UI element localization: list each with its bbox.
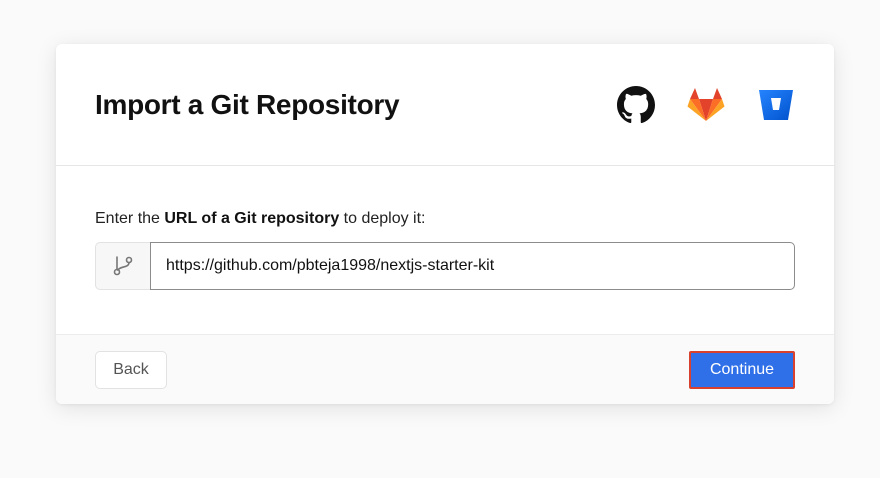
import-git-card: Import a Git Repository Enter the URL of… <box>56 44 834 404</box>
bitbucket-button[interactable] <box>757 86 795 124</box>
back-button[interactable]: Back <box>95 350 167 389</box>
github-button[interactable] <box>617 85 655 124</box>
page-title: Import a Git Repository <box>95 88 400 120</box>
repo-url-field <box>95 242 795 290</box>
git-branch-icon <box>113 256 133 276</box>
prompt-prefix: Enter the <box>95 210 165 227</box>
card-body: Enter the URL of a Git repository to dep… <box>56 166 834 334</box>
github-icon <box>617 85 655 123</box>
url-prefix <box>95 242 150 290</box>
repo-url-input[interactable] <box>150 242 795 290</box>
bitbucket-icon <box>759 89 793 120</box>
prompt-suffix: to deploy it: <box>339 210 426 227</box>
continue-button[interactable]: Continue <box>689 350 795 389</box>
gitlab-button[interactable] <box>687 86 725 124</box>
card-footer: Back Continue <box>56 334 834 404</box>
card-header: Import a Git Repository <box>56 44 834 166</box>
gitlab-icon <box>687 87 725 121</box>
url-prompt: Enter the URL of a Git repository to dep… <box>95 210 795 228</box>
git-provider-list <box>617 85 795 124</box>
prompt-emphasis: URL of a Git repository <box>164 210 340 227</box>
